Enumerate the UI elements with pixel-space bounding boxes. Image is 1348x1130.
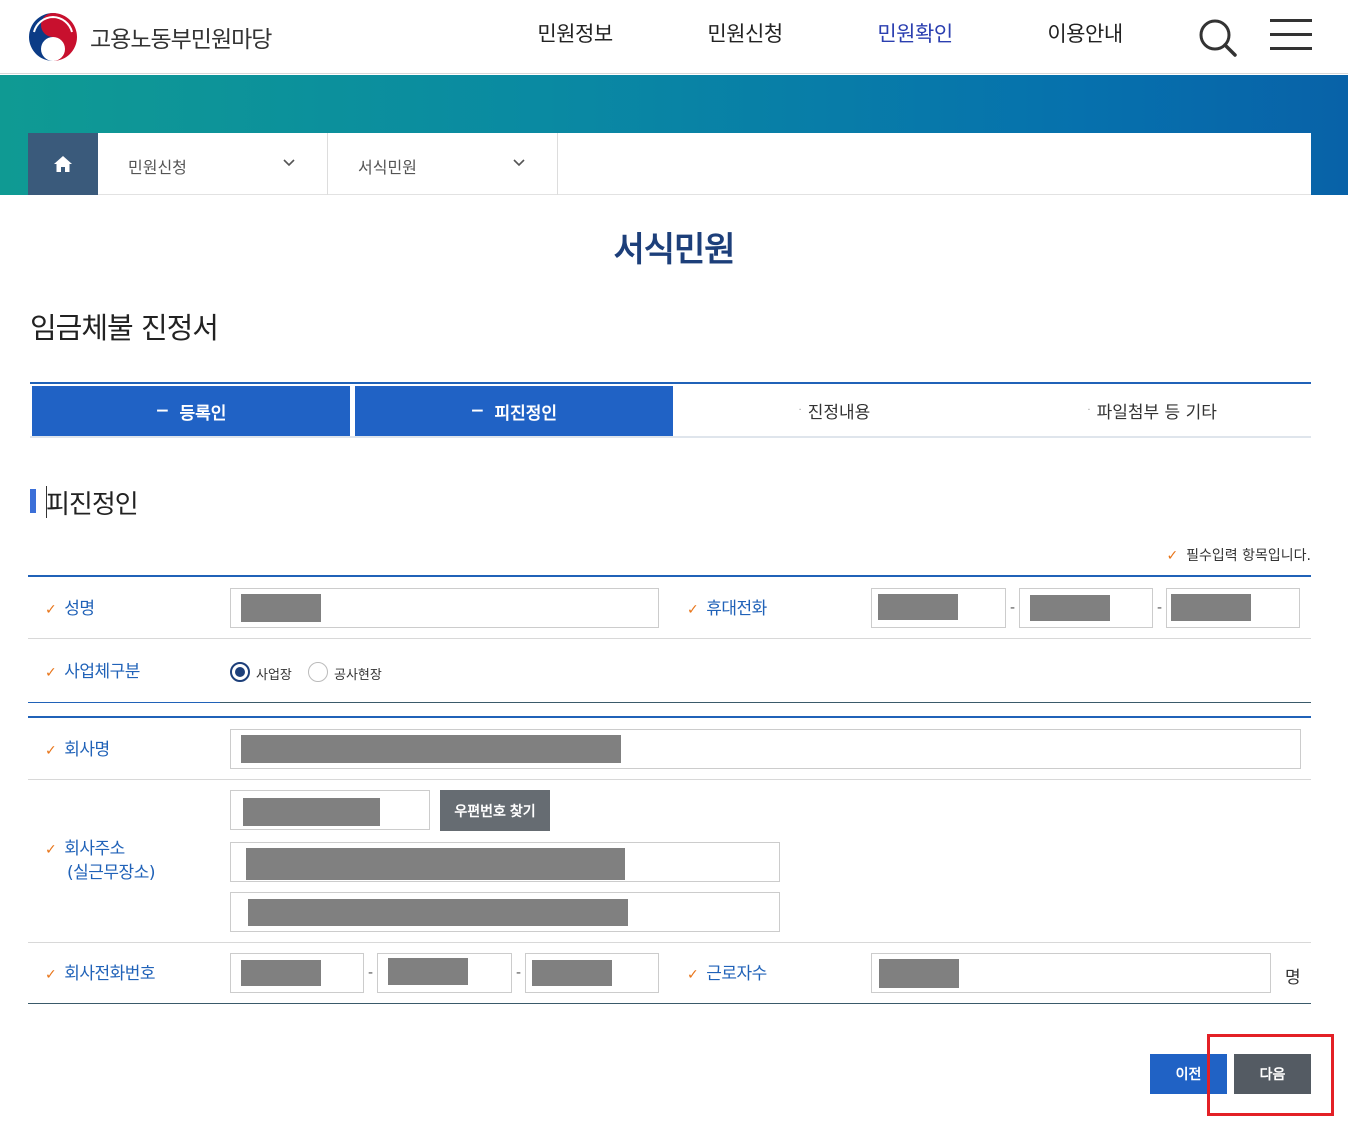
step-tabs: − 등록인 − 피진정인 · 진정내용 · 파일첨부 등 기타: [30, 382, 1311, 438]
form-rule: [28, 716, 1311, 718]
step-label: 등록인: [179, 403, 227, 424]
biz-type-option-construction[interactable]: 공사현장: [334, 664, 382, 683]
mobile-part2-input[interactable]: [1019, 588, 1153, 628]
check-icon: ✓: [45, 602, 57, 618]
mobile-part1-input[interactable]: [871, 588, 1006, 628]
biz-type-radio-construction[interactable]: [308, 662, 328, 682]
text-cursor: [46, 486, 47, 518]
company-name-input[interactable]: [230, 729, 1301, 769]
chevron-down-icon: [283, 159, 295, 167]
check-icon: ✓: [687, 967, 699, 983]
step-label: 진정내용: [807, 402, 871, 423]
breadcrumb-select-level1[interactable]: 민원신청: [98, 133, 328, 195]
row-divider: [28, 779, 1311, 780]
check-icon: ✓: [1166, 548, 1179, 564]
form-title: 임금체불 진정서: [30, 311, 219, 345]
dash: -: [1010, 600, 1016, 616]
address-input[interactable]: [230, 842, 780, 882]
row-divider: [28, 638, 1311, 639]
workers-label: ✓ 근로자수: [687, 964, 767, 984]
section-title: 피진정인: [46, 490, 139, 520]
check-icon: ✓: [45, 743, 57, 759]
redacted-value: [878, 594, 958, 620]
check-icon: ✓: [45, 842, 57, 858]
nav-item-check[interactable]: 민원확인: [830, 18, 1000, 48]
redacted-value: [388, 958, 468, 985]
name-label: ✓ 성명: [45, 599, 95, 619]
main-nav: 민원정보 민원신청 민원확인 이용안내: [490, 18, 1170, 48]
search-icon[interactable]: [1198, 18, 1238, 58]
company-label: ✓ 회사명: [45, 740, 110, 760]
address-label: ✓ 회사주소 (실근무장소): [45, 839, 155, 883]
highlight-box: [1207, 1034, 1334, 1116]
home-button[interactable]: [28, 133, 98, 195]
redacted-value: [879, 959, 959, 988]
page-title: 서식민원: [613, 230, 735, 270]
redacted-value: [1030, 595, 1110, 621]
site-logo[interactable]: 고용노동부민원마당: [28, 12, 272, 62]
biz-type-option-workplace[interactable]: 사업장: [256, 664, 292, 683]
row-divider: [220, 702, 1311, 703]
redacted-value: [248, 899, 628, 926]
biz-type-label: ✓ 사업체구분: [45, 662, 140, 682]
check-icon: ✓: [687, 602, 699, 618]
check-icon: ✓: [45, 967, 57, 983]
redacted-value: [241, 960, 321, 986]
redacted-value: [241, 735, 621, 763]
name-input[interactable]: [230, 588, 659, 628]
row-divider: [28, 942, 1311, 943]
workers-unit: 명: [1285, 968, 1301, 988]
step-tab-content[interactable]: · 진정내용: [676, 384, 994, 436]
step-label: 피진정인: [494, 403, 558, 424]
section-marker: [30, 489, 36, 513]
breadcrumb-level2-label: 서식민원: [358, 158, 417, 177]
step-tab-attachments[interactable]: · 파일첨부 등 기타: [993, 384, 1311, 436]
workers-count-input[interactable]: [871, 953, 1271, 993]
nav-item-apply[interactable]: 민원신청: [660, 18, 830, 48]
form-bottom-rule: [28, 1003, 1311, 1004]
dash: -: [368, 965, 374, 981]
breadcrumb: 민원신청 서식민원: [28, 133, 1311, 195]
step-label: 파일첨부 등 기타: [1096, 402, 1217, 423]
redacted-value: [246, 848, 625, 880]
redacted-value: [243, 798, 380, 826]
company-phone-part2-input[interactable]: [377, 953, 512, 993]
breadcrumb-select-level2[interactable]: 서식민원: [328, 133, 558, 195]
redacted-value: [1171, 594, 1251, 621]
check-icon: ✓: [45, 665, 57, 681]
home-icon: [54, 156, 72, 172]
step-tab-registrant[interactable]: − 등록인: [32, 386, 350, 436]
address-detail-input[interactable]: [230, 892, 780, 932]
redacted-value: [532, 960, 612, 986]
hamburger-menu-icon[interactable]: [1270, 18, 1312, 52]
dash: -: [1157, 600, 1163, 616]
dash: -: [516, 965, 522, 981]
company-phone-part1-input[interactable]: [230, 953, 364, 993]
company-phone-label: ✓ 회사전화번호: [45, 964, 156, 984]
redacted-value: [241, 594, 321, 622]
mobile-part3-input[interactable]: [1166, 588, 1300, 628]
government-emblem-icon: [29, 13, 77, 61]
row-divider: [28, 702, 220, 703]
mobile-label: ✓ 휴대전화: [687, 599, 767, 619]
chevron-down-icon: [513, 159, 525, 167]
site-header: 고용노동부민원마당 민원정보 민원신청 민원확인 이용안내: [0, 0, 1348, 74]
find-zipcode-button[interactable]: 우편번호 찾기: [440, 790, 550, 831]
biz-type-radio-workplace[interactable]: [230, 662, 250, 682]
nav-item-info[interactable]: 민원정보: [490, 18, 660, 48]
form-top-rule: [28, 575, 1311, 577]
step-tab-respondent[interactable]: − 피진정인: [354, 386, 673, 436]
breadcrumb-level1-label: 민원신청: [128, 158, 187, 177]
company-phone-part3-input[interactable]: [525, 953, 659, 993]
required-note: ✓ 필수입력 항목입니다.: [1166, 548, 1311, 564]
site-name: 고용노동부민원마당: [90, 27, 272, 53]
nav-item-guide[interactable]: 이용안내: [1000, 18, 1170, 48]
zipcode-input[interactable]: [230, 790, 430, 830]
